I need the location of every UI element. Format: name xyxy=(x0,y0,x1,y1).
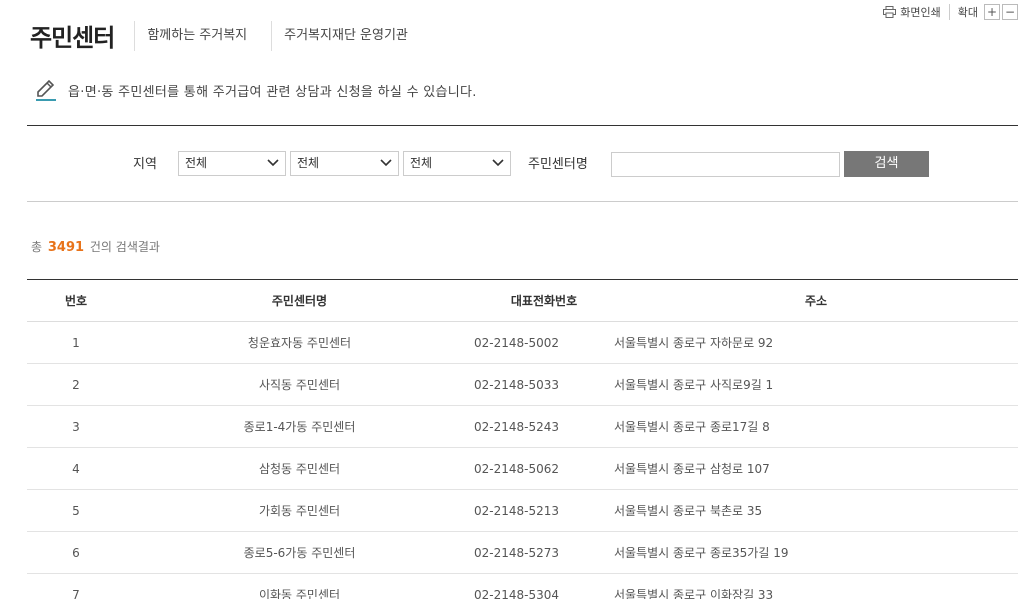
print-button[interactable]: 화면인쇄 xyxy=(883,4,950,20)
search-button[interactable]: 검색 xyxy=(844,151,929,177)
region-select-1[interactable]: 전체 xyxy=(178,151,286,176)
table-row[interactable]: 7 이화동 주민센터 02-2148-5304 서울특별시 종로구 이화장길 3… xyxy=(27,573,1018,599)
chevron-down-icon xyxy=(492,159,504,167)
cell-address: 서울특별시 종로구 종로35가길 19 xyxy=(614,531,1018,574)
cell-number: 3 xyxy=(27,405,125,448)
nav-link-housing-welfare[interactable]: 함께하는 주거복지 xyxy=(134,20,259,51)
select-value: 전체 xyxy=(297,156,320,170)
result-summary: 총 3491 건의 검색결과 xyxy=(31,238,160,255)
divider xyxy=(27,125,1018,126)
region-select-3[interactable]: 전체 xyxy=(403,151,511,176)
table-header-row: 번호 주민센터명 대표전화번호 주소 xyxy=(27,279,1018,322)
zoom-out-button[interactable]: − xyxy=(1002,4,1018,20)
cell-name: 가회동 주민센터 xyxy=(125,489,474,532)
results-table: 번호 주민센터명 대표전화번호 주소 1 청운효자동 주민센터 02-2148-… xyxy=(27,279,1018,599)
cell-name: 삼청동 주민센터 xyxy=(125,447,474,490)
divider xyxy=(27,201,1018,202)
table-row[interactable]: 1 청운효자동 주민센터 02-2148-5002 서울특별시 종로구 자하문로… xyxy=(27,321,1018,364)
cell-name: 청운효자동 주민센터 xyxy=(125,321,474,364)
notice: 읍·면·동 주민센터를 통해 주거급여 관련 상담과 신청을 하실 수 있습니다… xyxy=(34,78,477,102)
nav-link-operating-agency[interactable]: 주거복지재단 운영기관 xyxy=(271,20,420,51)
col-header-address: 주소 xyxy=(614,279,1018,322)
region-label: 지역 xyxy=(133,157,157,172)
printer-icon xyxy=(883,6,897,18)
cell-number: 7 xyxy=(27,573,125,599)
chevron-down-icon xyxy=(267,159,279,167)
pencil-icon xyxy=(36,79,56,101)
table-row[interactable]: 2 사직동 주민센터 02-2148-5033 서울특별시 종로구 사직로9길 … xyxy=(27,363,1018,406)
utility-bar: 화면인쇄 확대 + − xyxy=(883,4,1018,20)
center-name-label: 주민센터명 xyxy=(528,157,588,172)
center-name-input[interactable] xyxy=(611,152,840,177)
region-select-2[interactable]: 전체 xyxy=(290,151,399,176)
cell-name: 사직동 주민센터 xyxy=(125,363,474,406)
notice-text: 읍·면·동 주민센터를 통해 주거급여 관련 상담과 신청을 하실 수 있습니다… xyxy=(68,84,477,100)
cell-phone: 02-2148-5273 xyxy=(474,531,614,574)
col-header-number: 번호 xyxy=(27,279,125,322)
cell-address: 서울특별시 종로구 북촌로 35 xyxy=(614,489,1018,532)
cell-name: 종로5-6가동 주민센터 xyxy=(125,531,474,574)
search-form: 지역 전체 전체 전체 주민센터명 검색 xyxy=(0,151,1026,177)
cell-address: 서울특별시 종로구 사직로9길 1 xyxy=(614,363,1018,406)
table-row[interactable]: 5 가회동 주민센터 02-2148-5213 서울특별시 종로구 북촌로 35 xyxy=(27,489,1018,532)
cell-number: 4 xyxy=(27,447,125,490)
zoom-in-button[interactable]: + xyxy=(984,4,1000,20)
cell-phone: 02-2148-5062 xyxy=(474,447,614,490)
cell-phone: 02-2148-5002 xyxy=(474,321,614,364)
cell-address: 서울특별시 종로구 삼청로 107 xyxy=(614,447,1018,490)
col-header-phone: 대표전화번호 xyxy=(474,279,614,322)
cell-phone: 02-2148-5243 xyxy=(474,405,614,448)
cell-address: 서울특별시 종로구 이화장길 33 xyxy=(614,573,1018,599)
cell-name: 이화동 주민센터 xyxy=(125,573,474,599)
cell-number: 5 xyxy=(27,489,125,532)
table-row[interactable]: 3 종로1-4가동 주민센터 02-2148-5243 서울특별시 종로구 종로… xyxy=(27,405,1018,448)
cell-phone: 02-2148-5033 xyxy=(474,363,614,406)
print-label: 화면인쇄 xyxy=(900,6,941,19)
page-title: 주민센터 xyxy=(30,24,115,52)
select-value: 전체 xyxy=(410,156,433,170)
result-count: 3491 xyxy=(47,240,85,255)
cell-number: 1 xyxy=(27,321,125,364)
result-suffix: 건의 검색결과 xyxy=(89,240,160,254)
col-header-name: 주민센터명 xyxy=(125,279,474,322)
cell-phone: 02-2148-5213 xyxy=(474,489,614,532)
select-value: 전체 xyxy=(185,156,208,170)
cell-number: 2 xyxy=(27,363,125,406)
table-row[interactable]: 4 삼청동 주민센터 02-2148-5062 서울특별시 종로구 삼청로 10… xyxy=(27,447,1018,490)
page-header: 주민센터 함께하는 주거복지 주거복지재단 운영기관 xyxy=(30,18,420,53)
chevron-down-icon xyxy=(380,159,392,167)
cell-phone: 02-2148-5304 xyxy=(474,573,614,599)
cell-number: 6 xyxy=(27,531,125,574)
result-prefix: 총 xyxy=(31,240,43,254)
cell-address: 서울특별시 종로구 자하문로 92 xyxy=(614,321,1018,364)
zoom-label: 확대 xyxy=(957,6,978,19)
table-row[interactable]: 6 종로5-6가동 주민센터 02-2148-5273 서울특별시 종로구 종로… xyxy=(27,531,1018,574)
cell-address: 서울특별시 종로구 종로17길 8 xyxy=(614,405,1018,448)
cell-name: 종로1-4가동 주민센터 xyxy=(125,405,474,448)
